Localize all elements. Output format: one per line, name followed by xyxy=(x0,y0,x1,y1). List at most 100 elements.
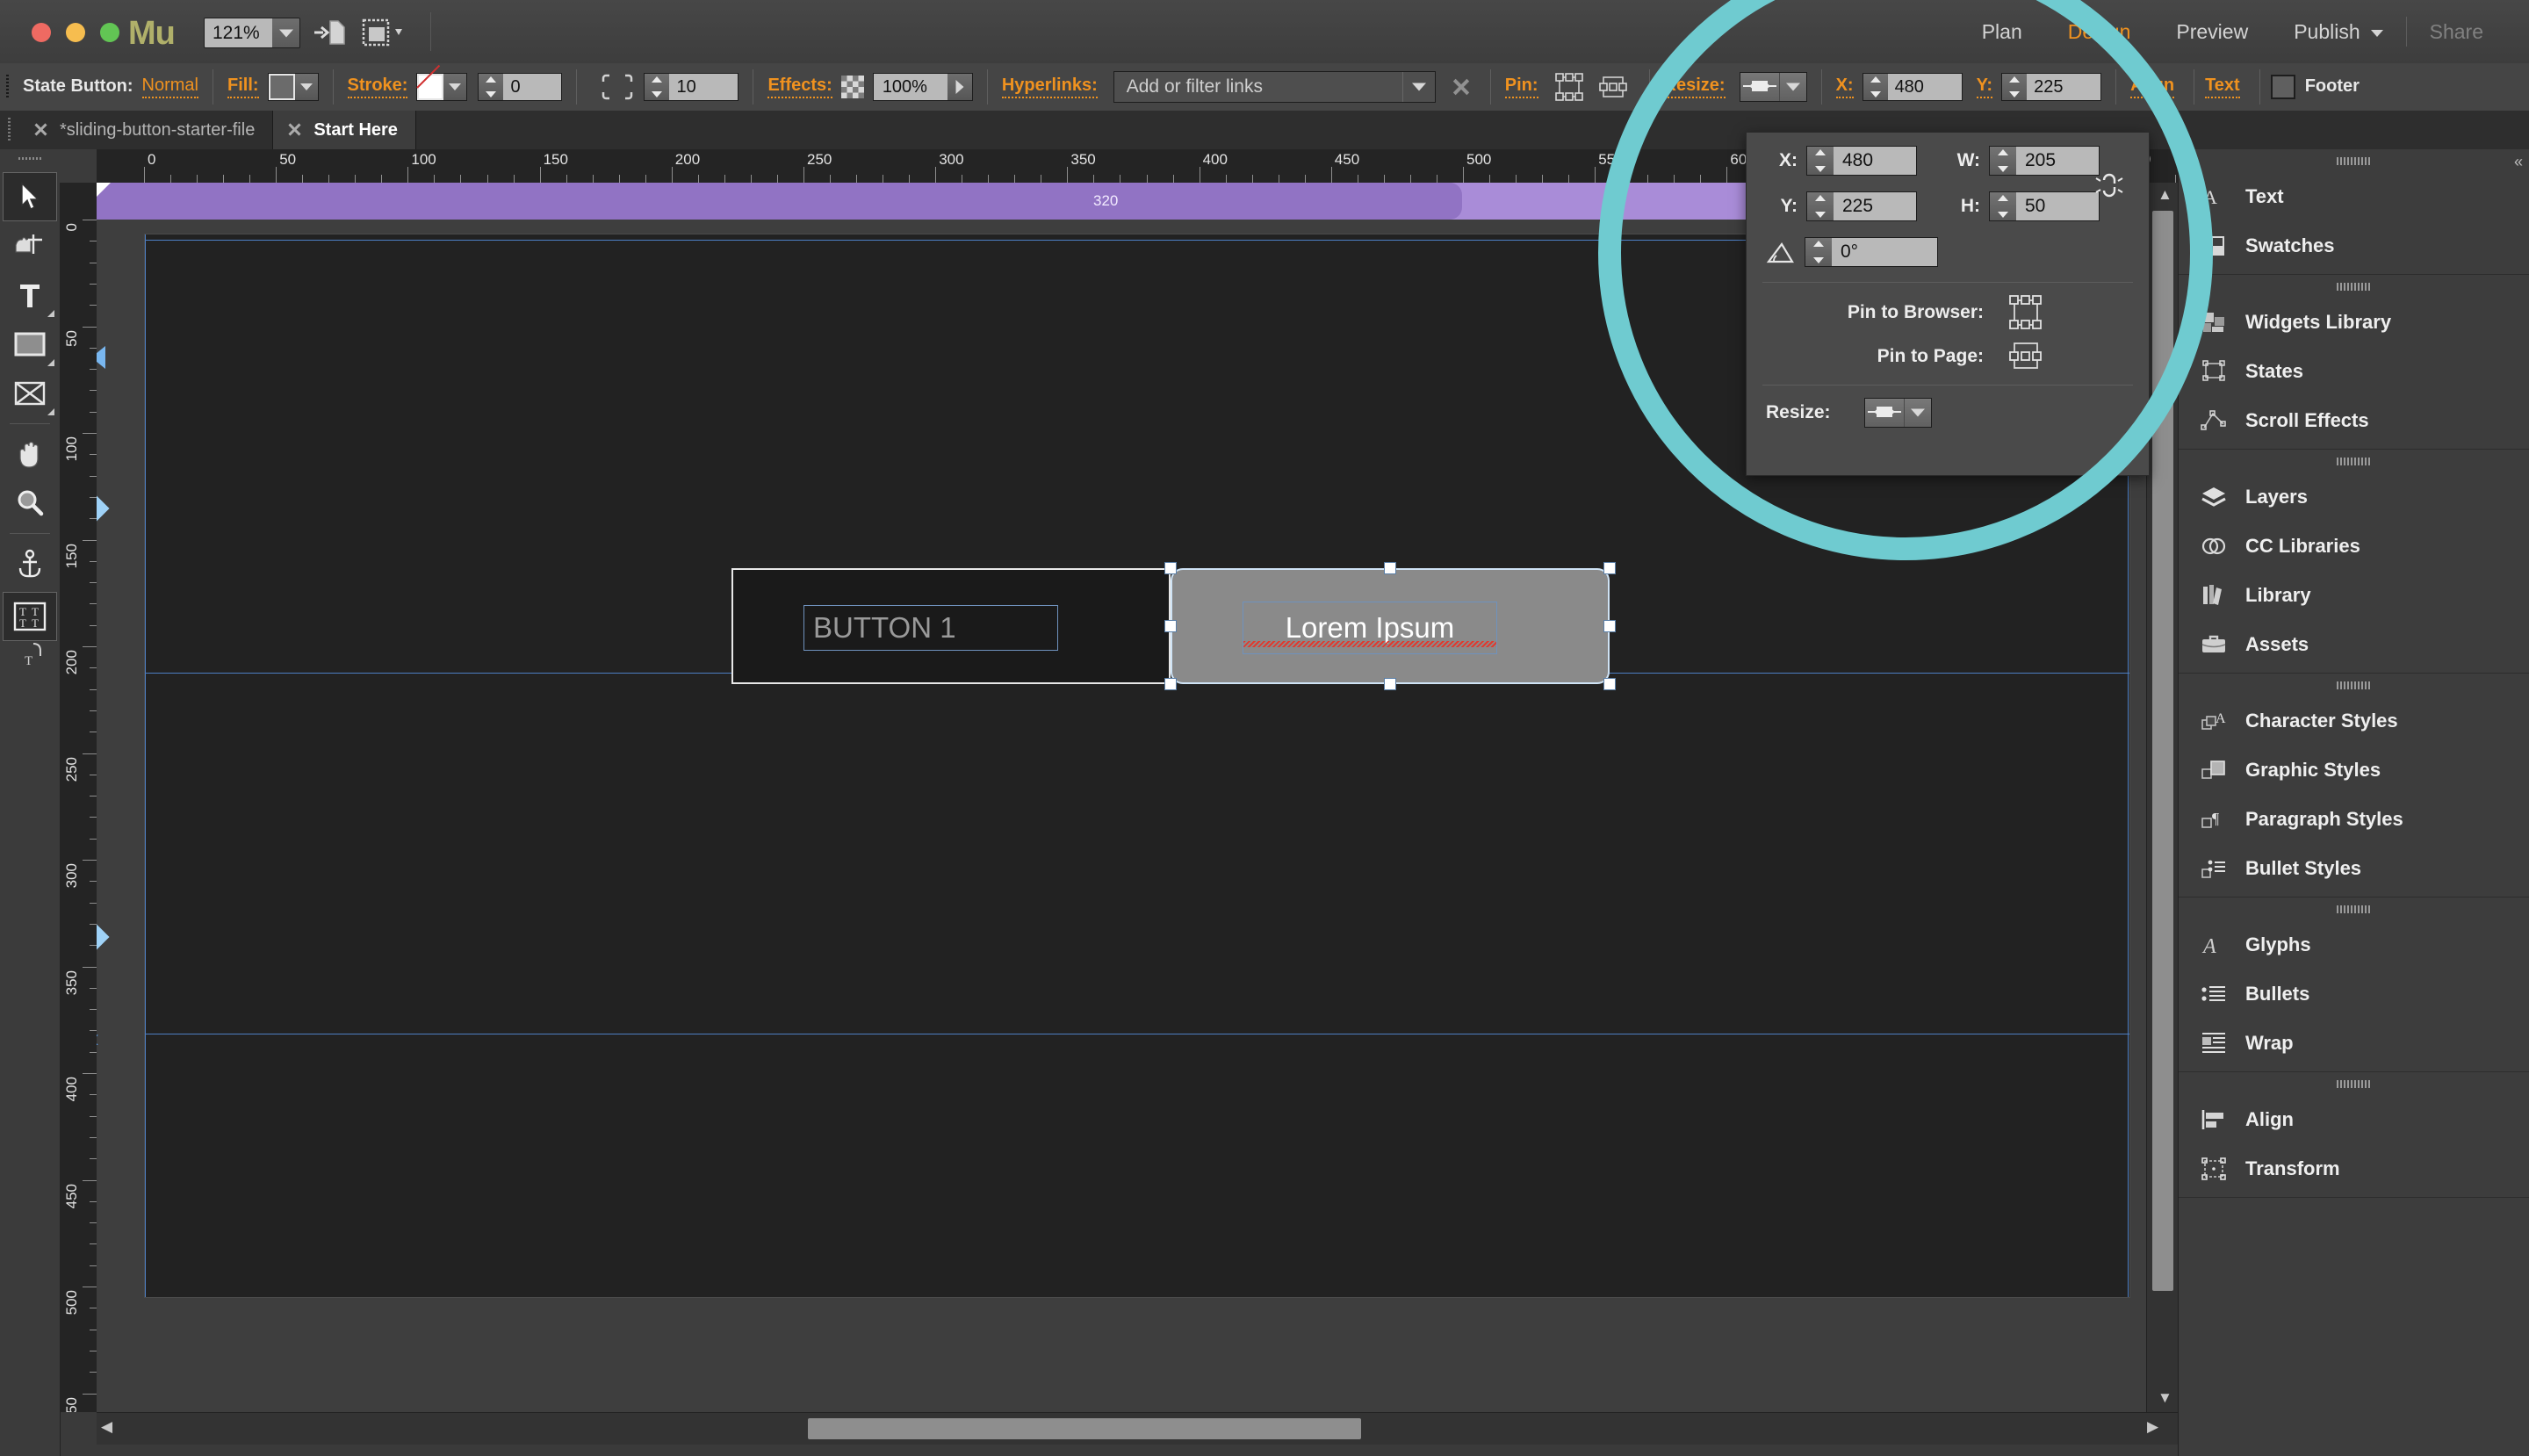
panel-item-wrap[interactable]: Wrap xyxy=(2179,1019,2529,1068)
vertical-ruler[interactable]: 0 50 100 150 200 250 300 350 400 450 500 550 xyxy=(60,183,97,1412)
maximize-window-button[interactable] xyxy=(100,23,119,42)
text-menu-button[interactable]: Text xyxy=(2205,76,2240,98)
effects-swatch-icon[interactable] xyxy=(840,76,864,98)
x-position-arrows[interactable] xyxy=(1863,74,1888,100)
resize-mode-control[interactable] xyxy=(1739,72,1807,102)
panel-item-assets[interactable]: Assets xyxy=(2179,620,2529,669)
selection-handle-tr[interactable] xyxy=(1603,562,1616,574)
y-position-arrows[interactable] xyxy=(2002,74,2028,100)
horizontal-scrollbar[interactable]: ◀ ▶ xyxy=(97,1412,2178,1445)
state-button-value[interactable]: Normal xyxy=(141,76,198,98)
selection-handle-bl[interactable] xyxy=(1164,678,1177,690)
button-1-frame[interactable]: BUTTON 1 xyxy=(731,568,1171,684)
popup-y-arrows[interactable] xyxy=(1807,192,1834,220)
zoom-tool[interactable] xyxy=(3,479,57,528)
scroll-right-arrow[interactable]: ▶ xyxy=(2147,1418,2158,1436)
panel-item-text[interactable]: A Text xyxy=(2179,172,2529,221)
popup-h-value[interactable]: 50 xyxy=(2016,192,2099,220)
fill-color-swatch[interactable] xyxy=(268,74,295,100)
constrain-proportions-icon[interactable] xyxy=(2094,166,2124,205)
panel-item-widgets-library[interactable]: Widgets Library xyxy=(2179,298,2529,347)
y-position-value[interactable]: 225 xyxy=(2027,74,2101,100)
resize-responsive-width-icon[interactable] xyxy=(1865,399,1904,427)
panel-item-swatches[interactable]: Swatches xyxy=(2179,221,2529,270)
effects-opacity-value[interactable]: 100% xyxy=(873,74,947,100)
text-frame-flyout[interactable]: T xyxy=(3,629,57,678)
corner-radius-value[interactable]: 10 xyxy=(669,74,739,100)
stroke-color-swatch[interactable] xyxy=(417,74,444,100)
popup-w-value[interactable]: 205 xyxy=(2016,147,2099,175)
selection-handle-tc[interactable] xyxy=(1384,562,1396,574)
selection-tool[interactable] xyxy=(3,172,57,221)
stroke-weight-arrows[interactable] xyxy=(479,74,504,100)
x-position-stepper[interactable]: 480 xyxy=(1862,73,1963,101)
stroke-weight-value[interactable]: 0 xyxy=(503,74,562,100)
panel-item-transform[interactable]: Transform xyxy=(2179,1144,2529,1193)
popup-pin-to-browser-icon[interactable] xyxy=(2005,293,2049,332)
hand-tool[interactable] xyxy=(3,429,57,479)
tab-plan[interactable]: Plan xyxy=(1959,16,2045,47)
panel-group-grip[interactable] xyxy=(2179,1072,2529,1095)
selection-handle-tl[interactable] xyxy=(1164,562,1177,574)
panel-group-grip[interactable] xyxy=(2179,897,2529,920)
button-2-frame[interactable]: Lorem Ipsum xyxy=(1171,568,1610,684)
document-tab-sliding-button-starter-file[interactable]: *sliding-button-starter-file xyxy=(19,111,274,149)
anchor-tool[interactable] xyxy=(3,539,57,588)
hyperlinks-dropdown-arrow[interactable] xyxy=(1401,72,1435,102)
y-position-stepper[interactable]: 225 xyxy=(2001,73,2102,101)
panel-item-glyphs[interactable]: A Glyphs xyxy=(2179,920,2529,969)
panel-group-grip[interactable] xyxy=(2179,275,2529,298)
resize-mode-dropdown-arrow[interactable] xyxy=(1778,73,1806,101)
clear-hyperlink-icon[interactable] xyxy=(1446,72,1476,102)
pin-to-page-icon[interactable] xyxy=(1596,72,1635,102)
popup-x-value[interactable]: 480 xyxy=(1834,147,1916,175)
popup-x-arrows[interactable] xyxy=(1807,147,1834,175)
stroke-weight-stepper[interactable]: 0 xyxy=(478,73,563,101)
popup-w-arrows[interactable] xyxy=(1990,147,2016,175)
close-icon[interactable] xyxy=(32,121,49,139)
selection-handle-bc[interactable] xyxy=(1384,678,1396,690)
toolbar-grip[interactable] xyxy=(0,149,60,172)
zoom-dropdown-arrow[interactable] xyxy=(272,18,299,47)
selection-handle-br[interactable] xyxy=(1603,678,1616,690)
panel-item-layers[interactable]: Layers xyxy=(2179,472,2529,522)
tab-publish[interactable]: Publish xyxy=(2271,16,2405,47)
button-1-text-frame[interactable]: BUTTON 1 xyxy=(803,605,1058,651)
footer-checkbox[interactable] xyxy=(2270,75,2295,99)
document-tab-start-here[interactable]: Start Here xyxy=(273,111,416,149)
crop-tool[interactable] xyxy=(3,221,57,270)
close-window-button[interactable] xyxy=(32,23,51,42)
vertical-scroll-thumb[interactable] xyxy=(2152,211,2173,1291)
popup-y-stepper[interactable]: 225 xyxy=(1806,191,1917,221)
scroll-up-arrow[interactable]: ▲ xyxy=(2158,186,2172,204)
rectangle-tool[interactable] xyxy=(3,320,57,369)
fill-dropdown-arrow[interactable] xyxy=(294,74,318,100)
scroll-down-arrow[interactable]: ▼ xyxy=(2158,1389,2172,1407)
popup-h-arrows[interactable] xyxy=(1990,192,2016,220)
effects-opacity-arrow[interactable] xyxy=(947,74,972,100)
x-position-value[interactable]: 480 xyxy=(1887,74,1962,100)
popup-resize-control[interactable] xyxy=(1864,398,1932,428)
breakpoint-segment[interactable] xyxy=(97,183,1462,220)
corner-radius-stepper[interactable]: 10 xyxy=(644,73,739,101)
layout-view-icon[interactable] xyxy=(362,18,411,47)
align-menu-button[interactable]: Align xyxy=(2130,76,2175,98)
guide-marker-content-bottom[interactable] xyxy=(97,923,110,951)
hyperlinks-select[interactable]: Add or filter links xyxy=(1113,71,1436,103)
stroke-swatch-control[interactable] xyxy=(416,73,468,101)
vertical-scrollbar[interactable]: ▲ ▼ xyxy=(2146,183,2179,1412)
popup-pin-to-page-icon[interactable] xyxy=(2005,337,2049,376)
image-frame-tool[interactable] xyxy=(3,369,57,418)
selection-handle-ml[interactable] xyxy=(1164,620,1177,632)
scroll-left-arrow[interactable]: ◀ xyxy=(101,1418,112,1436)
panel-item-library[interactable]: Library xyxy=(2179,571,2529,620)
panel-item-graphic-styles[interactable]: Graphic Styles xyxy=(2179,746,2529,795)
popup-rotation-arrows[interactable] xyxy=(1805,238,1832,266)
panel-item-bullet-styles[interactable]: Bullet Styles xyxy=(2179,844,2529,893)
hyperlinks-value[interactable]: Add or filter links xyxy=(1114,72,1402,102)
panel-group-grip[interactable] xyxy=(2179,149,2529,172)
tab-bar-grip[interactable] xyxy=(0,111,19,149)
popup-h-stepper[interactable]: 50 xyxy=(1989,191,2100,221)
panel-item-bullets[interactable]: Bullets xyxy=(2179,969,2529,1019)
transform-panel-popup[interactable]: X: 480 W: 205 Y: 225 H: 50 0° Pin to Bro… xyxy=(1746,132,2150,476)
